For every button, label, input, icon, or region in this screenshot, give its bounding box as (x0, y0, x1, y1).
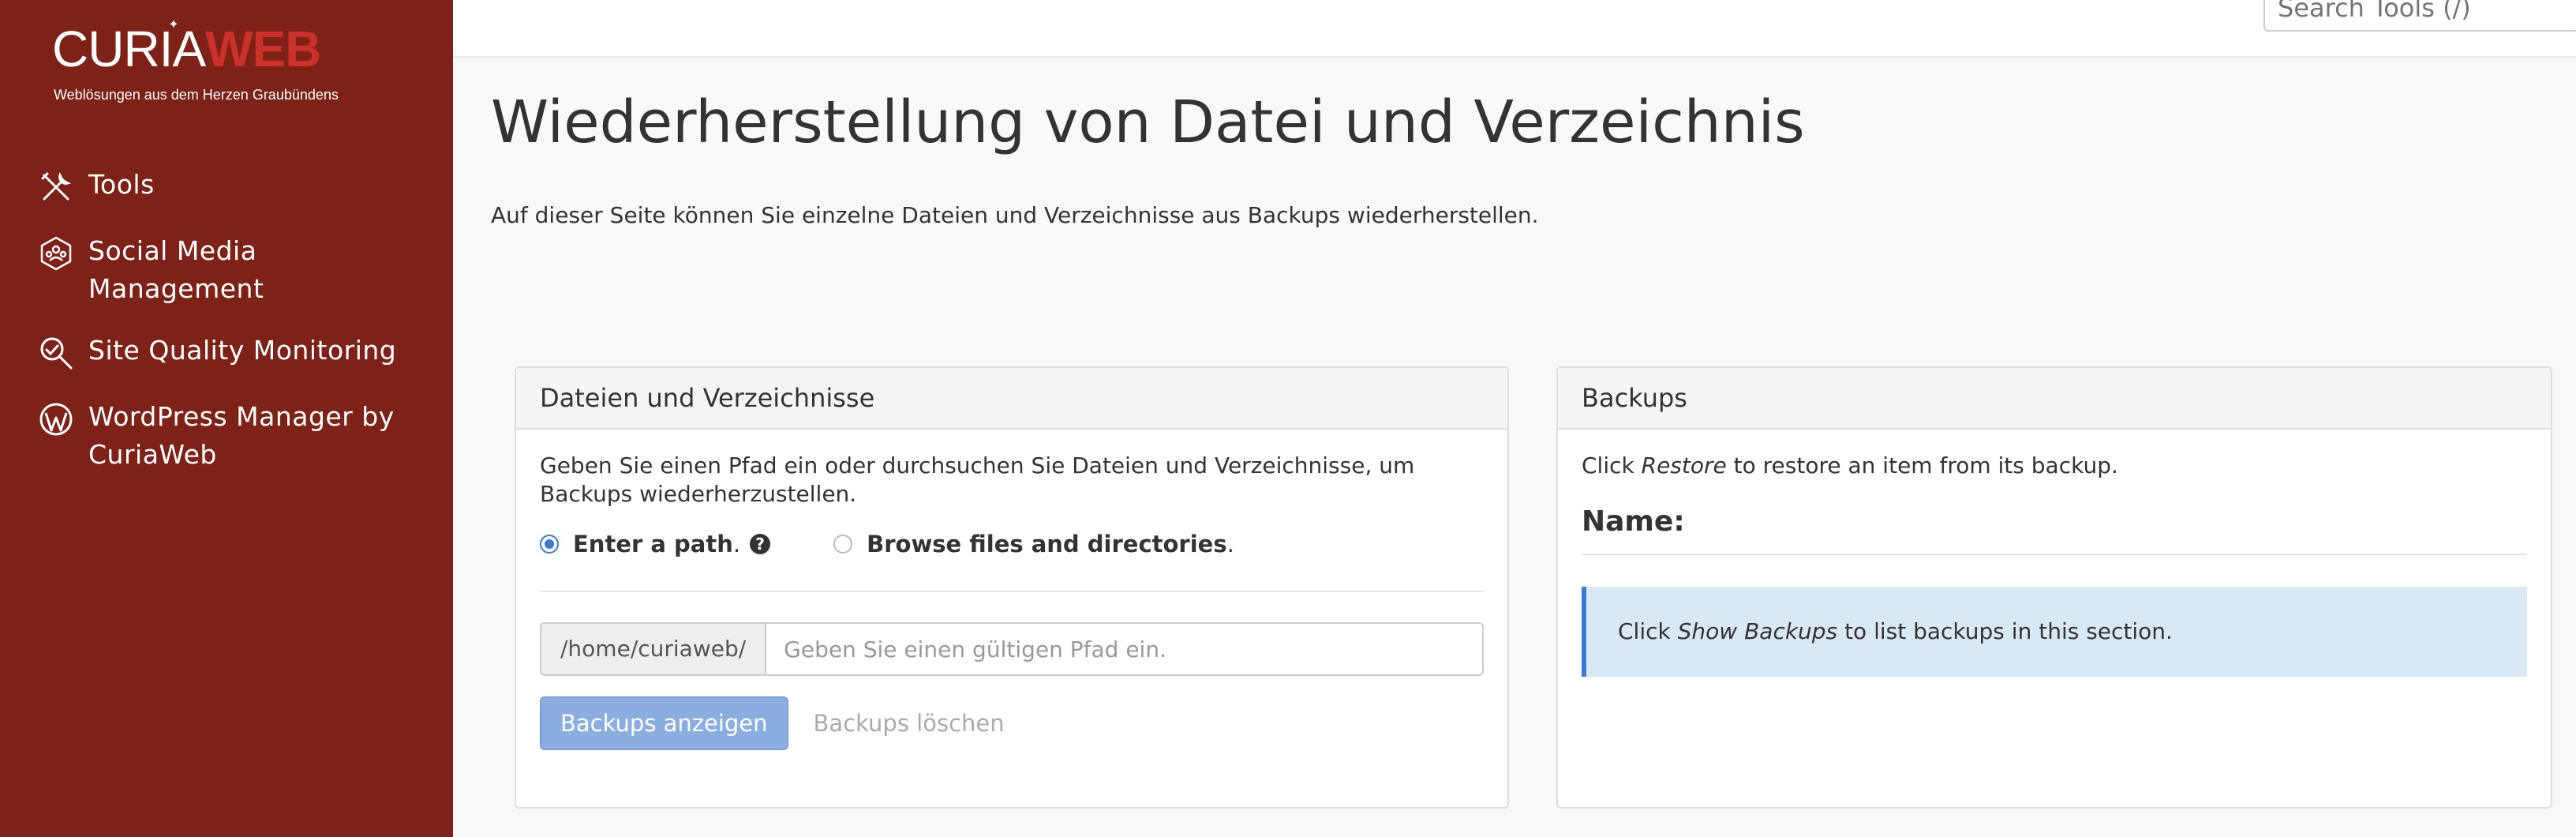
browse-files-suffix: . (1226, 531, 1234, 557)
panel-body: Geben Sie einen Pfad ein oder durchsuche… (516, 430, 1507, 750)
action-buttons: Backups anzeigen Backups löschen (540, 696, 1484, 750)
files-directories-panel: Dateien und Verzeichnisse Geben Sie eine… (515, 366, 1509, 809)
sidebar-item-tools[interactable]: Tools (38, 166, 432, 208)
logo-curia: CURIA (52, 21, 206, 77)
backups-hint: Click Restore to restore an item from it… (1582, 452, 2521, 480)
sidebar-item-label: Site Quality Monitoring (88, 335, 397, 366)
sidebar-item-wordpress-manager[interactable]: WordPress Manager by CuriaWeb (38, 398, 432, 474)
name-label: Name: (1582, 505, 1685, 538)
sidebar-item-site-quality-monitoring[interactable]: Site Quality Monitoring (38, 332, 432, 374)
browse-files-text: Browse files and directories (867, 531, 1227, 557)
sidebar-item-label: WordPress Manager by CuriaWeb (88, 401, 395, 470)
curiaweb-logo[interactable]: ✦ CURIAWEB Weblösungen aus dem Herzen Gr… (52, 18, 368, 111)
panel-header: Backups (1558, 368, 2551, 430)
wordpress-icon (38, 401, 77, 441)
help-icon[interactable]: ? (750, 534, 771, 554)
info-pre: Click (1618, 618, 1678, 644)
info-show-backups: Show Backups (1677, 618, 1838, 644)
magnifier-icon (38, 335, 77, 374)
panel-header: Dateien und Verzeichnisse (516, 368, 1507, 430)
sidebar-nav: Tools Social Media Management Site Quali… (38, 166, 432, 497)
hint-post: to restore an item from its backup. (1726, 452, 2118, 479)
enter-path-label[interactable]: Enter a path. (573, 531, 740, 557)
show-backups-button[interactable]: Backups anzeigen (540, 696, 788, 750)
clear-backups-button[interactable]: Backups löschen (814, 710, 1005, 737)
social-media-icon (38, 235, 77, 275)
enter-path-radio[interactable] (540, 535, 559, 554)
path-input-group: /home/curiaweb/ (540, 622, 1484, 676)
sidebar-item-label: Social Media Management (88, 235, 264, 304)
sidebar-item-label: Tools (88, 169, 155, 200)
info-post: to list backups in this section. (1837, 618, 2173, 644)
path-prefix: /home/curiaweb/ (540, 622, 766, 676)
files-instructions: Geben Sie einen Pfad ein oder durchsuche… (540, 452, 1415, 507)
logo-web: WEB (205, 21, 321, 77)
sidebar-item-social-media-management[interactable]: Social Media Management (38, 232, 432, 308)
page-description: Auf dieser Seite können Sie einzelne Dat… (491, 202, 1539, 228)
backups-panel: Backups Click Restore to restore an item… (1556, 366, 2552, 809)
enter-path-suffix: . (732, 531, 741, 557)
logo-wordmark: CURIAWEB (52, 21, 321, 77)
enter-path-text: Enter a path (573, 531, 733, 557)
hint-pre: Click (1582, 452, 1642, 479)
browse-files-radio[interactable] (833, 535, 853, 554)
mode-radio-group: Enter a path. ? Browse files and directo… (540, 531, 1484, 557)
sidebar: ✦ CURIAWEB Weblösungen aus dem Herzen Gr… (0, 0, 453, 837)
path-input[interactable] (765, 622, 1484, 676)
search-tools-input[interactable] (2263, 0, 2576, 32)
top-bar (453, 0, 2576, 57)
browse-files-label[interactable]: Browse files and directories. (867, 531, 1234, 557)
tools-icon (38, 169, 77, 208)
divider (1582, 554, 2527, 555)
hint-restore: Restore (1641, 452, 1727, 479)
page-title: Wiederherstellung von Datei und Verzeich… (491, 88, 1805, 156)
logo-tagline: Weblösungen aus dem Herzen Graubündens (54, 87, 339, 103)
panel-body: Click Restore to restore an item from it… (1558, 430, 2551, 677)
info-alert: Click Show Backups to list backups in th… (1582, 587, 2527, 677)
divider (540, 591, 1484, 592)
